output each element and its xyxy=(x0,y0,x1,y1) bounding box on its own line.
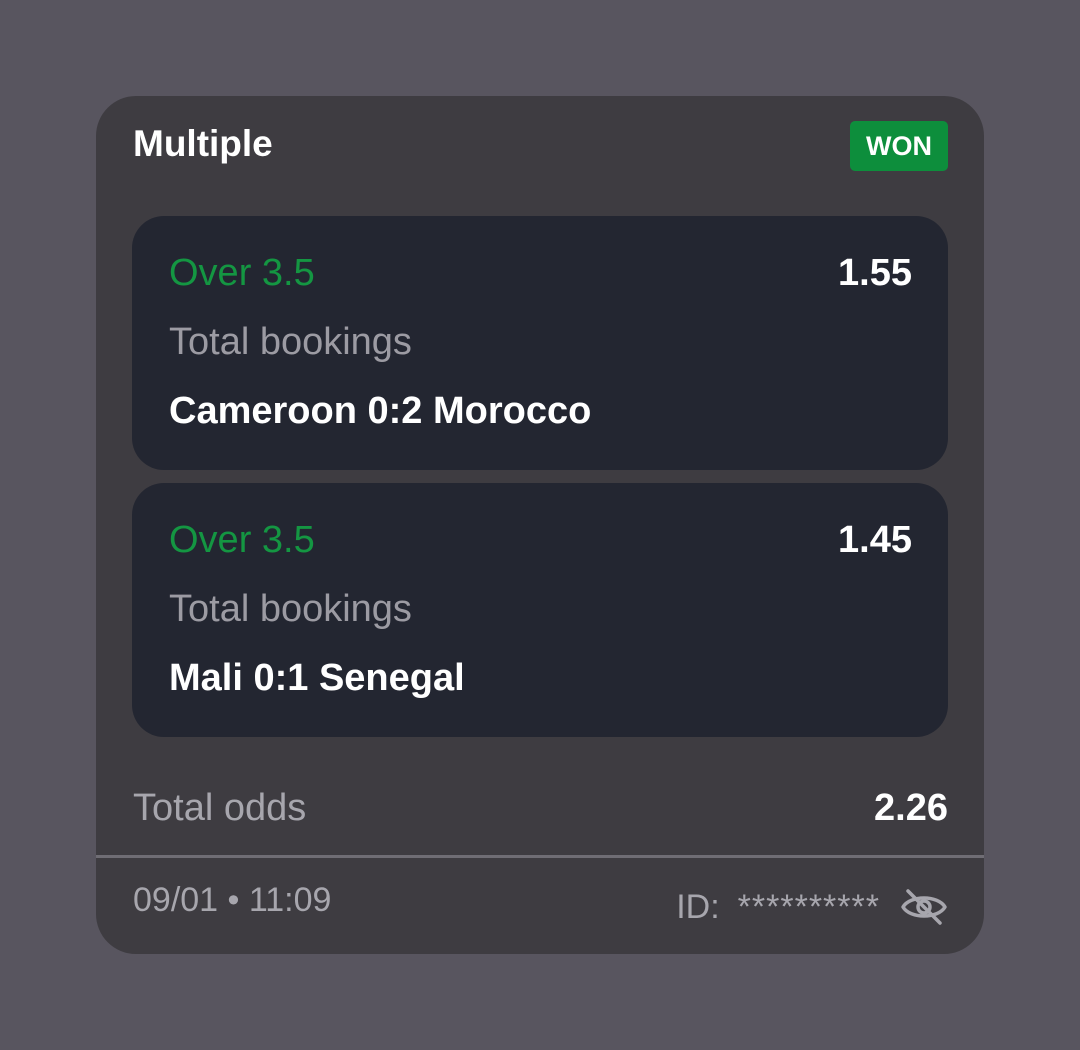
total-odds-value: 2.26 xyxy=(874,787,948,829)
status-badge: WON xyxy=(850,121,948,171)
selection-odds: 1.55 xyxy=(838,252,912,294)
bet-id: ID: ********** xyxy=(676,884,948,930)
selection-market: Over 3.5 xyxy=(169,252,315,294)
selection-match: Cameroon 0:2 Morocco xyxy=(169,390,592,432)
selection-card[interactable]: Over 3.5 1.55 Total bookings Cameroon 0:… xyxy=(132,216,948,470)
selection-type: Total bookings xyxy=(169,588,412,630)
bet-date-time: 09/01 • 11:09 xyxy=(133,881,332,919)
selection-match: Mali 0:1 Senegal xyxy=(169,657,465,699)
bet-card: Multiple WON Over 3.5 1.55 Total booking… xyxy=(96,96,984,954)
bet-id-label: ID: xyxy=(676,887,720,926)
selection-card[interactable]: Over 3.5 1.45 Total bookings Mali 0:1 Se… xyxy=(132,483,948,737)
bet-title: Multiple xyxy=(133,123,273,164)
eye-off-icon[interactable] xyxy=(900,885,948,929)
selection-odds: 1.45 xyxy=(838,519,912,561)
selection-market: Over 3.5 xyxy=(169,519,315,561)
total-odds-label: Total odds xyxy=(133,787,307,829)
bet-id-value: ********** xyxy=(737,887,880,926)
selection-type: Total bookings xyxy=(169,321,412,363)
divider xyxy=(96,855,984,858)
